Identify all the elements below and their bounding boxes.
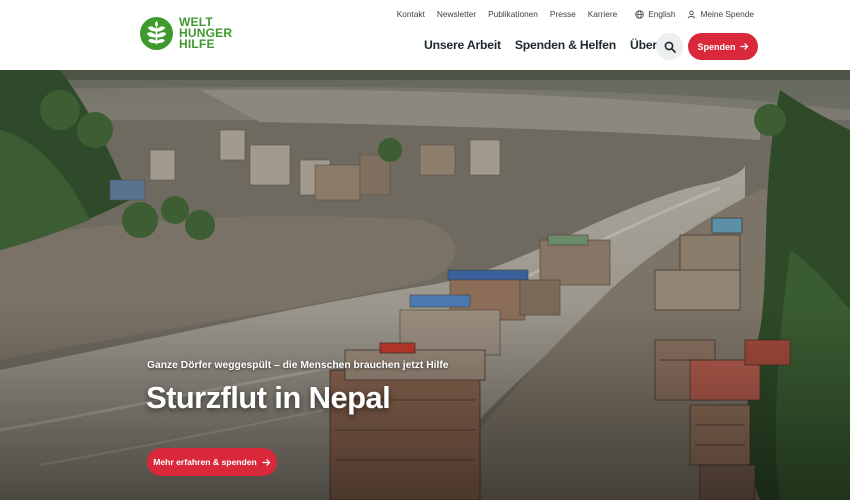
hero-image [0, 70, 850, 500]
wheat-logo-icon [139, 16, 174, 51]
donate-button[interactable]: Spenden [688, 33, 758, 60]
my-donation-label: Meine Spende [700, 9, 754, 19]
globe-icon [635, 9, 644, 19]
hero-cta-button[interactable]: Mehr erfahren & spenden [147, 448, 277, 476]
hero-banner: Ganze Dörfer weggespült – die Menschen b… [0, 70, 850, 500]
util-link-publikationen[interactable]: Publikationen [488, 9, 538, 19]
hero-title: Sturzflut in Nepal [146, 380, 391, 415]
search-button[interactable] [656, 33, 683, 60]
language-switch[interactable]: English [635, 9, 675, 19]
donate-button-label: Spenden [697, 41, 736, 52]
hero-subtitle: Ganze Dörfer weggespült – die Menschen b… [147, 360, 449, 371]
util-link-karriere[interactable]: Karriere [588, 9, 618, 19]
util-link-kontakt[interactable]: Kontakt [397, 9, 425, 19]
welthungerhilfe-logo[interactable]: WELT HUNGER HILFE [139, 16, 232, 51]
nav-spenden-helfen[interactable]: Spenden & Helfen [515, 38, 616, 52]
util-link-presse[interactable]: Presse [550, 9, 576, 19]
language-label: English [648, 9, 676, 19]
main-nav: Unsere Arbeit Spenden & Helfen Über uns [424, 38, 681, 52]
arrow-right-icon [739, 43, 748, 50]
utility-nav: Kontakt Newsletter Publikationen Presse … [397, 9, 754, 19]
hero-cta-label: Mehr erfahren & spenden [153, 457, 257, 467]
arrow-right-icon [262, 458, 271, 466]
search-icon [664, 41, 676, 53]
util-link-newsletter[interactable]: Newsletter [437, 9, 476, 19]
logo-wordmark: WELT HUNGER HILFE [179, 16, 232, 51]
site-header: WELT HUNGER HILFE Kontakt Newsletter Pub… [0, 0, 850, 70]
logo-line-3: HILFE [179, 37, 215, 51]
user-icon [688, 10, 696, 19]
my-donation-link[interactable]: Meine Spende [687, 9, 754, 19]
nav-unsere-arbeit[interactable]: Unsere Arbeit [424, 38, 501, 52]
